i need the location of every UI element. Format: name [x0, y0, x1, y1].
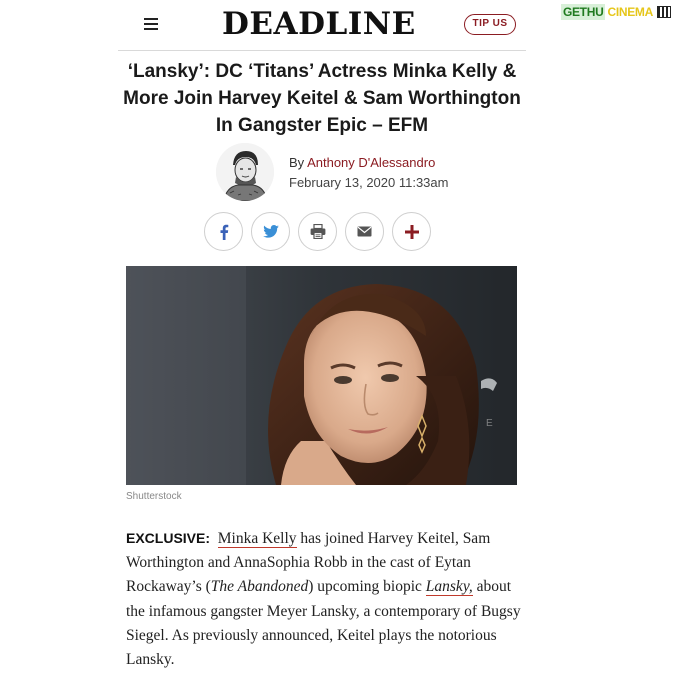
plus-icon	[404, 224, 419, 239]
print-icon	[310, 224, 325, 239]
facebook-icon	[220, 224, 228, 240]
share-twitter-button[interactable]	[251, 212, 290, 251]
article-body: EXCLUSIVE: Minka Kelly has joined Harvey…	[126, 526, 526, 672]
exclusive-label: EXCLUSIVE:	[126, 530, 211, 546]
author-line: By Anthony D'Alessandro	[289, 155, 435, 170]
hamburger-menu-icon[interactable]	[144, 18, 158, 30]
watermark-text-1: GETHU	[560, 4, 606, 20]
site-header: DEADLINE TIP US	[118, 0, 526, 51]
article-photo: E	[126, 266, 517, 485]
watermark-logo: GETHU CINEMA	[560, 4, 671, 20]
print-button[interactable]	[298, 212, 337, 251]
author-link[interactable]: Anthony D'Alessandro	[307, 155, 435, 170]
photo-credit: Shutterstock	[126, 491, 182, 502]
twitter-icon	[262, 225, 279, 238]
article-headline: ‘Lansky’: DC ‘Titans’ Actress Minka Kell…	[123, 61, 521, 136]
share-bar	[204, 212, 431, 251]
site-logo[interactable]: DEADLINE	[222, 6, 416, 42]
link-minka-kelly[interactable]: Minka Kelly	[217, 530, 297, 548]
title-the-abandoned: The Abandoned	[210, 578, 309, 596]
email-icon	[357, 226, 372, 237]
watermark-text-2: CINEMA	[607, 5, 653, 19]
share-facebook-button[interactable]	[204, 212, 243, 251]
link-lansky[interactable]: Lansky,	[425, 578, 473, 597]
body-text-2: ) upcoming biopic	[308, 578, 426, 596]
email-button[interactable]	[345, 212, 384, 251]
by-prefix: By	[289, 155, 308, 170]
author-avatar[interactable]	[216, 143, 274, 201]
more-share-button[interactable]	[392, 212, 431, 251]
tip-us-button[interactable]: TIP US	[464, 14, 516, 35]
publish-date: February 13, 2020 11:33am	[289, 175, 449, 190]
byline: By Anthony D'Alessandro February 13, 202…	[216, 143, 516, 201]
svg-text:E: E	[486, 418, 493, 429]
film-icon	[657, 6, 671, 18]
